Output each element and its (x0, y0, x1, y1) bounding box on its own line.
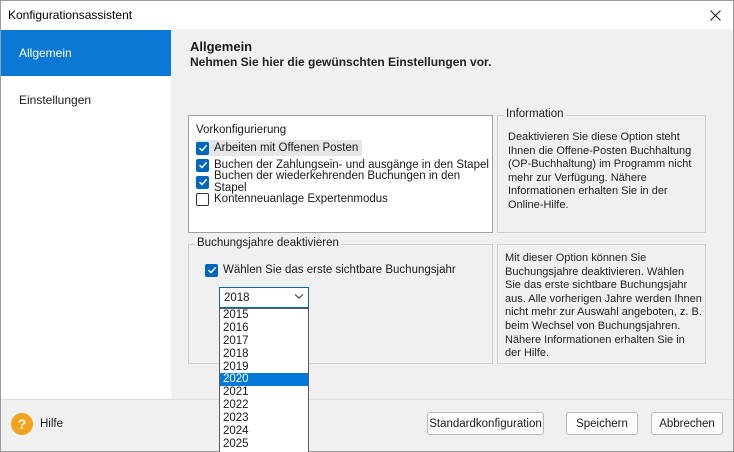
dropdown-option-2022[interactable]: 2022 (220, 399, 308, 412)
dropdown-option-2020[interactable]: 2020 (220, 373, 308, 387)
sidebar: Allgemein Einstellungen (1, 29, 171, 399)
option-first-visible-year[interactable]: Wählen Sie das erste sichtbare Buchungsj… (205, 262, 456, 278)
sidebar-item-einstellungen[interactable]: Einstellungen (1, 77, 171, 123)
close-icon[interactable] (697, 1, 733, 29)
option-label: Wählen Sie das erste sichtbare Buchungsj… (223, 264, 456, 276)
information-group: Information Deaktivieren Sie diese Optio… (497, 108, 706, 233)
dropdown-option-2019[interactable]: 2019 (220, 361, 308, 374)
save-button[interactable]: Speichern (566, 412, 638, 435)
checkbox-checked-icon[interactable] (196, 141, 209, 155)
fiscal-years-info-group: Mit dieser Option können Sie Buchungsjah… (497, 244, 706, 364)
dialog-footer: ? Hilfe Standardkonfiguration Speichern … (1, 399, 733, 451)
option-offene-posten[interactable]: Arbeiten mit Offenen Posten (196, 140, 363, 156)
dropdown-option-2016[interactable]: 2016 (220, 322, 308, 335)
config-wizard-window: Konfigurationsassistent Allgemein Einste… (0, 0, 734, 452)
fiscal-years-info-text: Mit dieser Option können Sie Buchungsjah… (505, 252, 702, 360)
preconfig-group: Vorkonfigurierung Arbeiten mit Offenen P… (188, 115, 493, 233)
sidebar-item-label: Allgemein (19, 46, 72, 60)
option-wiederkehrende-stapel[interactable]: Buchen der wiederkehrenden Buchungen in … (196, 170, 492, 194)
option-experten-modus[interactable]: Kontenneuanlage Expertenmodus (196, 191, 388, 207)
dropdown-option-2015[interactable]: 2015 (220, 309, 308, 322)
cancel-button[interactable]: Abbrechen (651, 412, 723, 435)
checkbox-checked-icon[interactable] (196, 175, 209, 189)
checkbox-checked-icon[interactable] (196, 158, 209, 172)
option-label: Arbeiten mit Offenen Posten (214, 142, 359, 154)
dropdown-option-2024[interactable]: 2024 (220, 425, 308, 438)
selected-year: 2018 (224, 291, 250, 304)
checkbox-unchecked-icon[interactable] (196, 192, 209, 206)
information-title: Information (504, 108, 566, 120)
help-icon[interactable]: ? (11, 413, 33, 435)
fiscal-year-dropdown-list[interactable]: 2015 2016 2017 2018 2019 2020 2021 2022 2023 2024… (219, 308, 309, 452)
dropdown-option-2021[interactable]: 2021 (220, 386, 308, 399)
fiscal-years-title: Buchungsjahre deaktivieren (195, 237, 341, 249)
sidebar-item-allgemein[interactable]: Allgemein (1, 30, 171, 76)
page-title: Allgemein (190, 39, 253, 54)
checkbox-checked-icon[interactable] (205, 263, 218, 277)
window-title: Konfigurationsassistent (8, 8, 133, 22)
chevron-down-icon (294, 291, 304, 304)
option-label: Kontenneuanlage Expertenmodus (214, 193, 388, 205)
page-subtitle: Nehmen Sie hier die gewünschten Einstell… (190, 55, 492, 69)
dropdown-option-2017[interactable]: 2017 (220, 335, 308, 348)
dropdown-option-2025[interactable]: 2025 (220, 438, 308, 451)
title-bar: Konfigurationsassistent (1, 1, 733, 29)
dropdown-option-2018[interactable]: 2018 (220, 348, 308, 361)
sidebar-item-label: Einstellungen (19, 93, 92, 107)
fiscal-year-select[interactable]: 2018 (219, 287, 309, 308)
information-text: Deaktivieren Sie diese Option steht Ihne… (508, 131, 692, 211)
help-label[interactable]: Hilfe (40, 418, 63, 430)
default-config-button[interactable]: Standardkonfiguration (427, 412, 544, 435)
preconfig-title: Vorkonfigurierung (196, 124, 287, 136)
dropdown-option-2023[interactable]: 2023 (220, 412, 308, 425)
